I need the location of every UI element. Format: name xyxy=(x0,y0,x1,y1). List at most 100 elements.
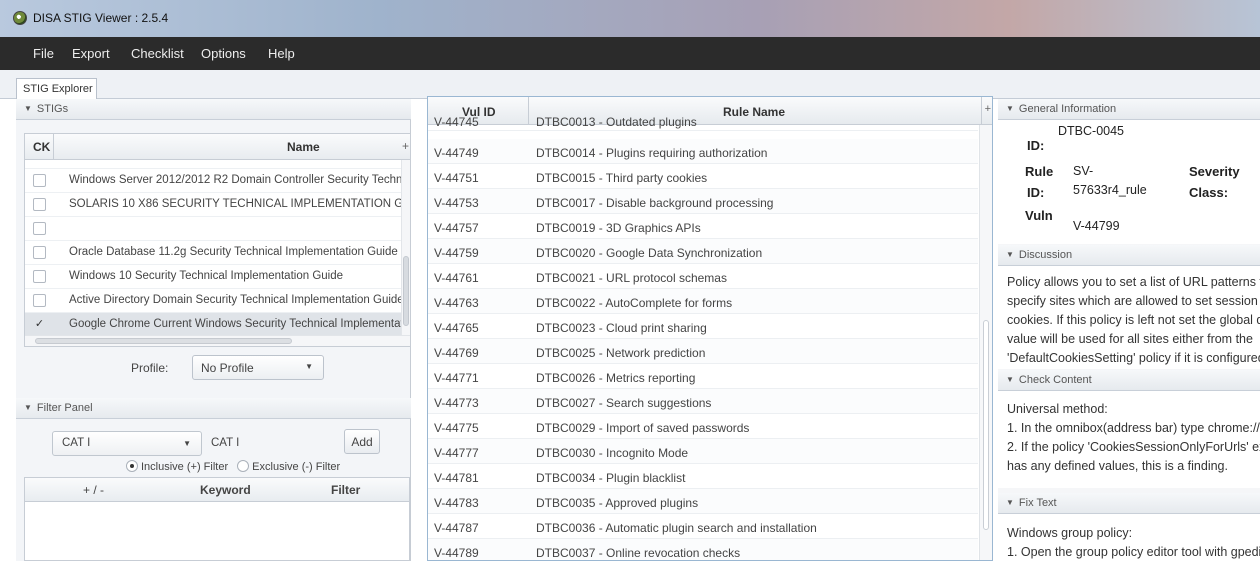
vul-id-cell: V-44761 xyxy=(434,271,479,285)
table-row[interactable]: V-44757 DTBC0019 - 3D Graphics APIs xyxy=(428,214,978,239)
column-menu-button[interactable]: + xyxy=(402,139,409,153)
table-row-partial[interactable]: V-44745 DTBC0013 - Outdated plugins xyxy=(428,117,978,131)
menu-options[interactable]: Options xyxy=(201,46,246,61)
filter-panel-header[interactable]: ▼ Filter Panel xyxy=(16,398,411,419)
column-menu-button[interactable]: + xyxy=(985,103,991,115)
dropdown-arrow-icon: ▼ xyxy=(183,439,191,448)
tab-stig-explorer[interactable]: STIG Explorer xyxy=(16,78,97,100)
general-information-header[interactable]: ▼ General Information xyxy=(998,99,1260,120)
check-content-text: Universal method: 1. In the omnibox(addr… xyxy=(998,391,1260,476)
vuln-id-value: V-44799 xyxy=(1073,219,1120,233)
menu-checklist[interactable]: Checklist xyxy=(131,46,184,61)
table-row[interactable]: V-44753 DTBC0017 - Disable background pro… xyxy=(428,189,978,214)
column-divider xyxy=(981,97,982,125)
rule-name-cell: DTBC0036 - Automatic plugin search and i… xyxy=(536,521,817,535)
table-row[interactable]: V-44749 DTBC0014 - Plugins requiring auth… xyxy=(428,139,978,164)
menu-export[interactable]: Export xyxy=(72,46,110,61)
stig-table-horizontal-scrollbar[interactable] xyxy=(25,335,410,346)
stig-row[interactable]: Windows Server 2012/2012 R2 Domain Contr… xyxy=(25,169,403,193)
table-row[interactable]: V-44787 DTBC0036 - Automatic plugin searc… xyxy=(428,514,978,539)
table-row[interactable]: V-44771 DTBC0026 - Metrics reporting xyxy=(428,364,978,389)
stig-row[interactable]: SOLARIS 10 X86 SECURITY TECHNICAL IMPLEM… xyxy=(25,193,403,217)
profile-select[interactable]: No Profile ▼ xyxy=(192,355,324,380)
rule-name-cell: DTBC0014 - Plugins requiring authorizati… xyxy=(536,146,768,160)
stig-checkbox[interactable] xyxy=(33,270,46,283)
stig-checkbox[interactable] xyxy=(33,294,46,307)
vul-id-cell: V-44771 xyxy=(434,371,479,385)
vul-id-cell: V-44749 xyxy=(434,146,479,160)
column-keyword[interactable]: Keyword xyxy=(200,483,251,497)
details-panel: ▼ General Information DTBC-0045 ID: Rule … xyxy=(998,99,1260,561)
check-content-header[interactable]: ▼ Check Content xyxy=(998,370,1260,391)
category-select-value: CAT I xyxy=(62,437,91,449)
stig-row[interactable]: Active Directory Domain Security Technic… xyxy=(25,289,403,313)
category-filter-text: CAT I xyxy=(211,437,240,449)
table-row[interactable]: V-44759 DTBC0020 - Google Data Synchroniz… xyxy=(428,239,978,264)
stig-row[interactable]: Windows 10 Security Technical Implementa… xyxy=(25,265,403,289)
table-row[interactable]: V-44751 DTBC0015 - Third party cookies xyxy=(428,164,978,189)
collapse-triangle-icon: ▼ xyxy=(1006,104,1014,113)
add-filter-button[interactable]: Add xyxy=(344,429,380,454)
discussion-text: Policy allows you to set a list of URL p… xyxy=(998,266,1260,368)
stig-checkbox-checked[interactable]: ✓ xyxy=(33,318,46,331)
filter-table-header: + / - Keyword Filter xyxy=(25,478,409,502)
stig-name: Oracle Database 11.2g Security Technical… xyxy=(69,246,398,258)
filter-panel-title: Filter Panel xyxy=(36,402,93,414)
table-row[interactable]: V-44769 DTBC0025 - Network prediction xyxy=(428,339,978,364)
profile-select-value: No Profile xyxy=(201,361,254,375)
rules-table-scrollbar[interactable] xyxy=(979,125,992,560)
menu-file[interactable]: File xyxy=(33,46,54,61)
table-row[interactable]: V-44773 DTBC0027 - Search suggestions xyxy=(428,389,978,414)
fix-text-header[interactable]: ▼ Fix Text xyxy=(998,493,1260,514)
rule-name-cell: DTBC0025 - Network prediction xyxy=(536,346,706,360)
column-name[interactable]: Name xyxy=(287,140,320,154)
stig-checkbox[interactable] xyxy=(33,198,46,211)
table-row[interactable]: V-44783 DTBC0035 - Approved plugins xyxy=(428,489,978,514)
table-row[interactable]: V-44781 DTBC0034 - Plugin blacklist xyxy=(428,464,978,489)
check-content-line: Universal method: xyxy=(1007,402,1108,416)
collapse-triangle-icon: ▼ xyxy=(1006,375,1014,384)
group-id-label: ID: xyxy=(1027,138,1045,153)
rule-id-label-line2: ID: xyxy=(1027,185,1045,200)
stig-row-selected[interactable]: ✓ Google Chrome Current Windows Security… xyxy=(25,313,403,337)
rule-id-label-line1: Rule xyxy=(1025,164,1054,179)
check-content-title: Check Content xyxy=(1018,374,1092,386)
table-row[interactable]: V-44761 DTBC0021 - URL protocol schemas xyxy=(428,264,978,289)
rule-name-cell: DTBC0023 - Cloud print sharing xyxy=(536,321,707,335)
menu-help[interactable]: Help xyxy=(268,46,295,61)
general-information-title: General Information xyxy=(1018,103,1117,115)
table-row[interactable]: V-44765 DTBC0023 - Cloud print sharing xyxy=(428,314,978,339)
stig-row[interactable] xyxy=(25,217,403,241)
vul-id-cell: V-44773 xyxy=(434,396,479,410)
left-panel: ▼ STIGs CK Name + Windows Server 2012/201… xyxy=(16,99,411,561)
fix-text-section: ▼ Fix Text Windows group policy: 1. Open … xyxy=(998,493,1260,561)
column-ck[interactable]: CK xyxy=(33,140,50,154)
exclusive-radio[interactable] xyxy=(237,460,250,472)
vul-id-cell: V-44745 xyxy=(434,117,479,129)
stig-checkbox[interactable] xyxy=(33,222,46,235)
vul-id-cell: V-44759 xyxy=(434,246,479,260)
table-row[interactable]: V-44777 DTBC0030 - Incognito Mode xyxy=(428,439,978,464)
table-row[interactable]: V-44775 DTBC0029 - Import of saved passwo… xyxy=(428,414,978,439)
table-row[interactable]: V-44789 DTBC0037 - Online revocation chec… xyxy=(428,539,978,560)
vul-id-cell: V-44763 xyxy=(434,296,479,310)
scrollbar-thumb[interactable] xyxy=(403,256,409,326)
stig-row[interactable]: Oracle Database 11.2g Security Technical… xyxy=(25,241,403,265)
stig-table-vertical-scrollbar[interactable] xyxy=(401,160,410,336)
stigs-panel-header[interactable]: ▼ STIGs xyxy=(16,99,411,120)
category-select[interactable]: CAT I ▼ xyxy=(52,431,202,456)
inclusive-radio[interactable] xyxy=(126,460,138,472)
stig-checkbox[interactable] xyxy=(33,174,46,187)
stig-checkbox[interactable] xyxy=(33,246,46,259)
collapse-triangle-icon: ▼ xyxy=(1006,250,1014,259)
column-filter[interactable]: Filter xyxy=(331,483,360,497)
table-row[interactable]: V-44763 DTBC0022 - AutoComplete for forms xyxy=(428,289,978,314)
stig-name: Google Chrome Current Windows Security T… xyxy=(69,318,403,330)
discussion-header[interactable]: ▼ Discussion xyxy=(998,245,1260,266)
scrollbar-thumb[interactable] xyxy=(35,338,292,344)
scrollbar-thumb[interactable] xyxy=(983,320,989,530)
fix-text-line: 1. Open the group policy editor tool wit… xyxy=(1007,545,1260,559)
column-sign[interactable]: + / - xyxy=(83,483,104,497)
stig-name: SOLARIS 10 X86 SECURITY TECHNICAL IMPLEM… xyxy=(69,198,403,210)
discussion-line: specify sites which are allowed to set s… xyxy=(1007,294,1260,308)
